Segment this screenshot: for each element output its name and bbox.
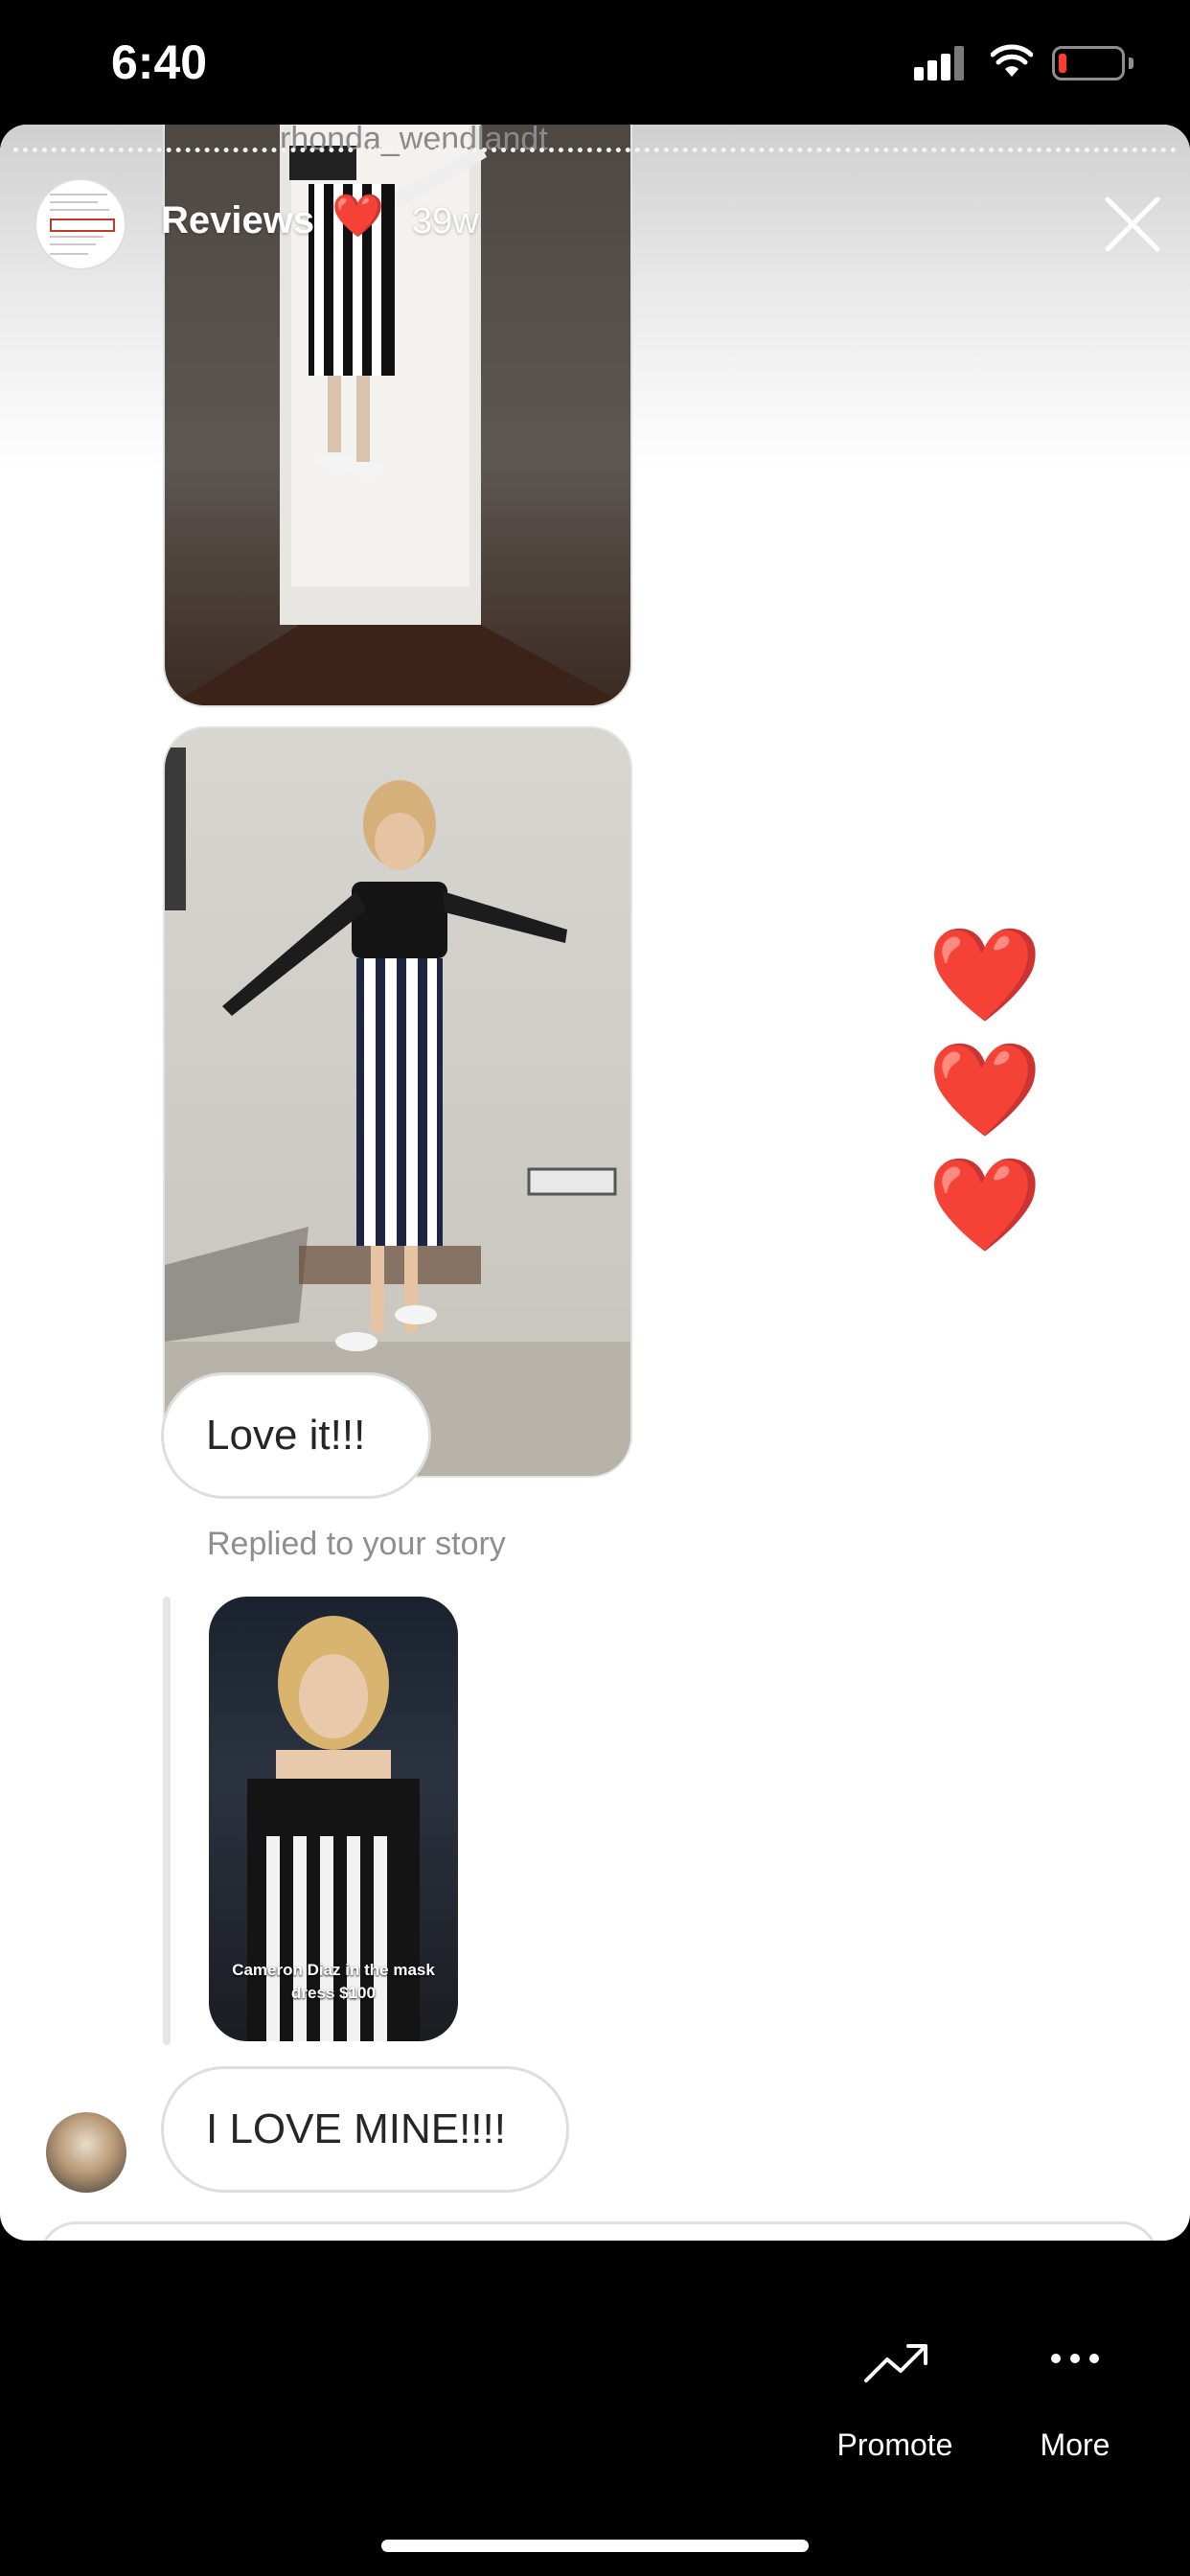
shared-photo-2[interactable]	[163, 726, 632, 1478]
home-indicator[interactable]	[381, 2540, 809, 2552]
sender-avatar[interactable]	[46, 2112, 126, 2193]
cellular-signal-icon	[914, 46, 968, 80]
story-caption: Cameron Diaz in the mask dress $100	[232, 1961, 435, 2002]
message-bubble-love-it[interactable]: Love it!!!	[161, 1372, 431, 1499]
message-bubble-i-love-mine[interactable]: I LOVE MINE!!!!	[161, 2066, 569, 2193]
story-progress-bar	[13, 148, 1177, 152]
battery-icon	[1052, 46, 1125, 80]
photo-2-illustration	[165, 748, 630, 1476]
more-button[interactable]: More	[1016, 2329, 1134, 2463]
wifi-icon	[991, 44, 1033, 77]
replied-story-thumbnail[interactable]: Cameron Diaz in the mask dress $100	[209, 1597, 458, 2041]
promote-button[interactable]: Promote	[824, 2329, 966, 2463]
message-composer[interactable]	[38, 2221, 1159, 2241]
replied-to-story-label: Replied to your story	[207, 1526, 506, 1562]
trending-up-icon	[864, 2344, 927, 2382]
promote-label: Promote	[836, 2427, 953, 2462]
more-label: More	[1040, 2427, 1110, 2462]
underlying-username: rhonda_wendlandt	[280, 125, 548, 157]
reply-quote-bar	[163, 1597, 171, 2045]
message-text: Love it!!!	[206, 1412, 366, 1459]
heart-reaction-icon: ❤️	[927, 924, 1042, 1026]
story-avatar[interactable]	[34, 178, 126, 270]
title-heart-emoji: ❤️	[332, 193, 384, 240]
status-time: 6:40	[111, 35, 208, 89]
heart-reaction-icon: ❤️	[927, 1039, 1042, 1141]
battery-cap	[1129, 58, 1133, 69]
message-text: I LOVE MINE!!!!	[206, 2105, 506, 2152]
heart-reaction-icon: ❤️	[927, 1154, 1042, 1256]
close-icon[interactable]	[1102, 194, 1163, 255]
story-title: Reviews	[161, 199, 315, 242]
more-dots-icon	[1051, 2354, 1099, 2363]
story-age: 39w	[412, 201, 479, 242]
